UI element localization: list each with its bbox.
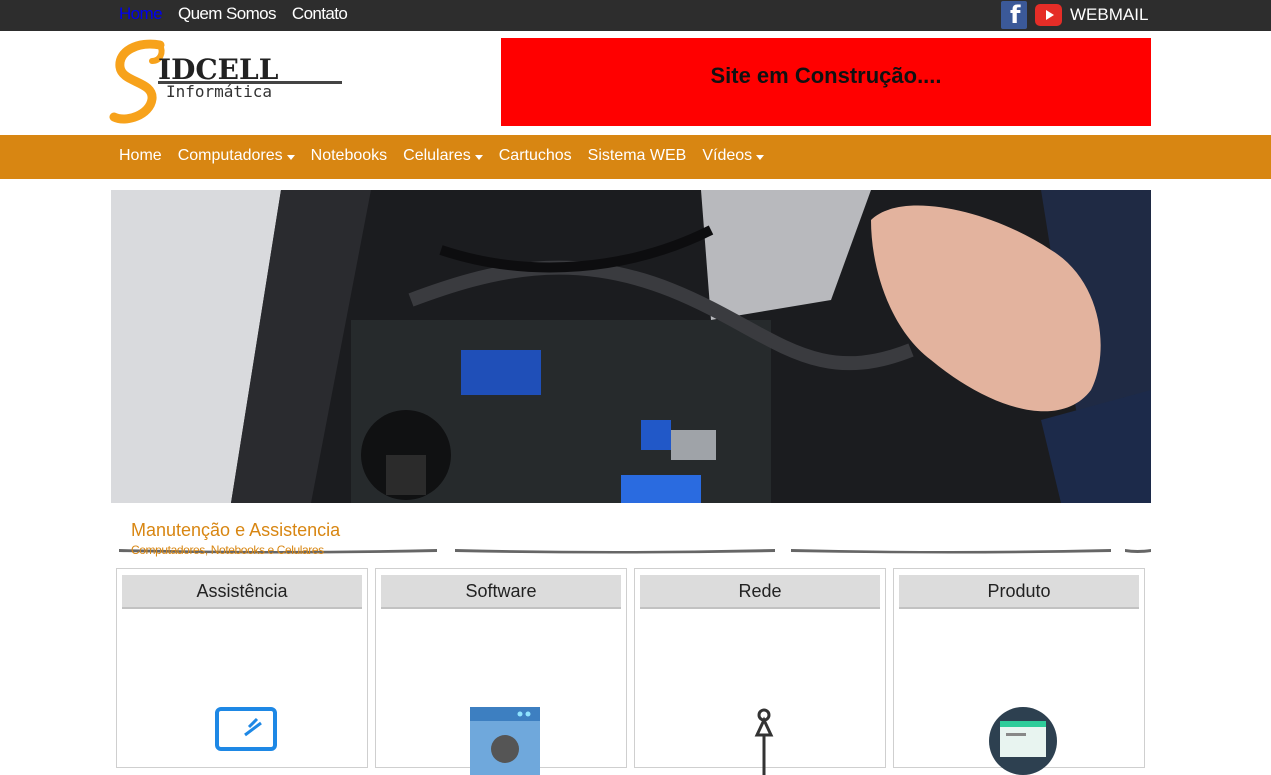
facebook-glyph: f xyxy=(1010,1,1021,29)
sidcell-logo[interactable]: IDCELL Informática xyxy=(108,39,348,129)
web-globe-icon xyxy=(989,707,1057,775)
nav-computadores[interactable]: Computadores xyxy=(178,147,295,165)
nav-home-label: Home xyxy=(119,147,162,164)
card-title: Software xyxy=(381,575,621,609)
facebook-icon[interactable]: f xyxy=(1001,1,1027,29)
social-links: f WEBMAIL xyxy=(1001,1,1148,29)
card-software[interactable]: Software xyxy=(375,568,627,775)
top-nav-home[interactable]: Home xyxy=(119,4,163,24)
nav-cartuchos-label: Cartuchos xyxy=(498,147,572,164)
service-cards: Assistência Software Rede Produto xyxy=(116,568,1145,775)
nav-videos-label: Vídeos xyxy=(702,147,753,164)
nav-computadores-label: Computadores xyxy=(177,147,283,164)
network-icon xyxy=(754,708,774,775)
card-title: Produto xyxy=(899,575,1139,609)
construction-banner: Site em Construção.... xyxy=(501,38,1151,126)
site-header: IDCELL Informática Site em Construção...… xyxy=(0,31,1271,135)
nav-cartuchos[interactable]: Cartuchos xyxy=(499,147,572,165)
card-assistencia[interactable]: Assistência xyxy=(116,568,368,768)
top-nav-contato[interactable]: Contato xyxy=(292,4,348,24)
top-bar: Home Quem Somos Contato f WEBMAIL xyxy=(0,0,1271,31)
youtube-icon[interactable] xyxy=(1035,4,1062,26)
nav-notebooks-label: Notebooks xyxy=(310,147,388,164)
card-title: Assistência xyxy=(122,575,362,609)
nav-notebooks[interactable]: Notebooks xyxy=(311,147,388,165)
section-title: Manutenção e Assistencia xyxy=(131,520,341,540)
hero-image xyxy=(111,190,1151,503)
chevron-down-icon xyxy=(474,154,483,160)
top-nav: Home Quem Somos Contato xyxy=(119,4,348,24)
card-title: Rede xyxy=(640,575,880,609)
card-rede[interactable]: Rede xyxy=(634,568,886,775)
laptop-icon xyxy=(215,707,277,751)
nav-sistema-web-label: Sistema WEB xyxy=(587,147,687,164)
browser-gear-icon xyxy=(470,707,540,775)
top-nav-quem-somos[interactable]: Quem Somos xyxy=(178,4,277,24)
webmail-link[interactable]: WEBMAIL xyxy=(1070,5,1148,25)
nav-celulares[interactable]: Celulares xyxy=(403,147,483,165)
nav-sistema-web[interactable]: Sistema WEB xyxy=(588,147,687,165)
nav-videos[interactable]: Vídeos xyxy=(702,147,765,165)
logo-sub: Informática xyxy=(166,82,272,101)
chevron-down-icon xyxy=(756,154,765,160)
nav-home[interactable]: Home xyxy=(119,147,162,165)
section-subtitle: Computadores, Notebooks e Celulares xyxy=(131,543,324,557)
hero-illustration xyxy=(111,190,1151,503)
banner-text: Site em Construção.... xyxy=(710,63,942,88)
chevron-down-icon xyxy=(286,154,295,160)
card-produto[interactable]: Produto xyxy=(893,568,1145,775)
main-nav: Home Computadores Notebooks Celulares Ca… xyxy=(0,135,1271,179)
nav-celulares-label: Celulares xyxy=(403,147,471,164)
